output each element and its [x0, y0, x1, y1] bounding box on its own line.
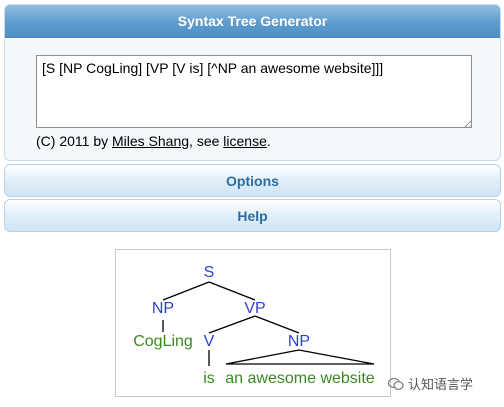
credit-line: (C) 2011 by Miles Shang, see license.	[36, 133, 271, 149]
watermark: 认知语言学	[388, 374, 473, 393]
leaf-cogling: CogLing	[133, 333, 193, 350]
node-np-subject: NP	[152, 300, 174, 317]
triangle-np	[225, 349, 375, 365]
watermark-text: 认知语言学	[408, 377, 474, 392]
credit-prefix: (C) 2011 by	[36, 133, 112, 149]
node-v: V	[204, 333, 215, 350]
edge-vp-np	[254, 315, 300, 334]
syntax-tree-image: S NP VP CogLing V NP is an awesome websi…	[115, 249, 391, 397]
node-np-object: NP	[288, 333, 310, 350]
edge-vp-v	[208, 315, 256, 334]
edge-s-vp	[208, 281, 256, 301]
help-toggle[interactable]: Help	[4, 199, 501, 232]
node-s: S	[204, 264, 215, 281]
leaf-phrase: an awesome website	[225, 370, 375, 387]
bracket-notation-input[interactable]	[36, 55, 472, 128]
credit-suffix: .	[266, 133, 271, 149]
node-vp: VP	[244, 300, 265, 317]
wechat-icon	[388, 377, 404, 390]
syntax-tree-svg: S NP VP CogLing V NP is an awesome websi…	[133, 264, 375, 387]
generator-panel: Syntax Tree Generator (C) 2011 by Miles …	[4, 4, 501, 161]
author-link[interactable]: Miles Shang	[112, 133, 189, 149]
generator-title: Syntax Tree Generator	[5, 5, 500, 38]
license-link[interactable]: license	[223, 133, 267, 149]
edge-s-np	[162, 281, 210, 301]
credit-middle: , see	[189, 133, 224, 149]
leaf-is: is	[203, 370, 215, 387]
options-toggle[interactable]: Options	[4, 164, 501, 197]
